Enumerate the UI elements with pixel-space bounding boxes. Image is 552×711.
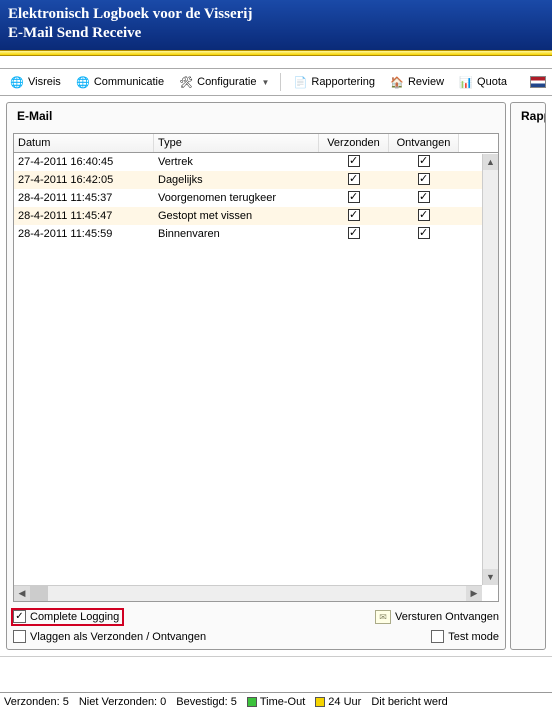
cell-datum: 28-4-2011 11:45:37: [14, 189, 154, 207]
status-niet-verzonden: Niet Verzonden: 0: [79, 696, 166, 708]
test-mode-row: Test mode: [260, 630, 499, 643]
status-timeout: Time-Out: [247, 696, 305, 708]
cell-datum: 28-4-2011 11:45:59: [14, 225, 154, 243]
cell-type: Vertrek: [154, 153, 319, 171]
check-icon: [348, 191, 360, 203]
complete-logging-label: Complete Logging: [30, 611, 119, 623]
table-row[interactable]: 28-4-2011 11:45:59Binnenvaren: [14, 225, 498, 243]
titlebar: Elektronisch Logboek voor de Visserij E-…: [0, 0, 552, 50]
check-icon: [418, 155, 430, 167]
rapport-panel: Rapp: [510, 102, 546, 650]
chevron-down-icon: ▼: [261, 78, 269, 87]
menubar: 🌐 Visreis 🌐 Communicatie 🛠 Configuratie …: [0, 68, 552, 96]
menu-communicatie[interactable]: 🌐 Communicatie: [70, 72, 169, 92]
check-icon: [348, 155, 360, 167]
menu-rapportering-label: Rapportering: [311, 76, 375, 88]
cell-type: Binnenvaren: [154, 225, 319, 243]
vertical-scrollbar[interactable]: ▲ ▼: [482, 154, 498, 585]
menu-visreis-label: Visreis: [28, 76, 61, 88]
flag-nl-icon[interactable]: [530, 76, 546, 88]
status-verzonden: Verzonden: 5: [4, 696, 69, 708]
highlight-box: ✓ Complete Logging: [11, 608, 124, 626]
cell-type: Voorgenomen terugkeer: [154, 189, 319, 207]
cell-datum: 27-4-2011 16:42:05: [14, 171, 154, 189]
col-header-verzonden[interactable]: Verzonden: [319, 134, 389, 152]
menu-rapportering[interactable]: 📄 Rapportering: [287, 72, 380, 92]
scroll-right-icon[interactable]: ▶: [466, 586, 482, 601]
table-row[interactable]: 27-4-2011 16:40:45Vertrek: [14, 153, 498, 171]
check-icon: [348, 209, 360, 221]
status-24uur: 24 Uur: [315, 696, 361, 708]
scroll-up-icon[interactable]: ▲: [483, 154, 498, 170]
chart-icon: 📊: [458, 74, 474, 90]
cell-type: Gestopt met vissen: [154, 207, 319, 225]
col-header-datum[interactable]: Datum: [14, 134, 154, 152]
table-row[interactable]: 27-4-2011 16:42:05Dagelijks: [14, 171, 498, 189]
table-row[interactable]: 28-4-2011 11:45:47Gestopt met vissen: [14, 207, 498, 225]
cell-datum: 27-4-2011 16:40:45: [14, 153, 154, 171]
menu-visreis[interactable]: 🌐 Visreis: [4, 72, 66, 92]
check-icon: [418, 227, 430, 239]
house-icon: 🏠: [389, 74, 405, 90]
scroll-thumb[interactable]: [30, 586, 48, 601]
test-mode-label: Test mode: [448, 631, 499, 643]
status-bevestigd: Bevestigd: 5: [176, 696, 237, 708]
green-square-icon: [247, 697, 257, 707]
versturen-ontvangen-label[interactable]: Versturen Ontvangen: [395, 611, 499, 623]
table-row[interactable]: 28-4-2011 11:45:37Voorgenomen terugkeer: [14, 189, 498, 207]
yellow-square-icon: [315, 697, 325, 707]
menu-quota-label: Quota: [477, 76, 507, 88]
email-table: Datum Type Verzonden Ontvangen 27-4-2011…: [13, 133, 499, 602]
menu-quota[interactable]: 📊 Quota: [453, 72, 512, 92]
globe-icon: 🌐: [75, 74, 91, 90]
email-panel-title: E-Mail: [13, 109, 499, 123]
rapport-panel-title: Rapp: [517, 109, 539, 123]
col-header-type[interactable]: Type: [154, 134, 319, 152]
cell-type: Dagelijks: [154, 171, 319, 189]
menu-review-label: Review: [408, 76, 444, 88]
menu-separator: [280, 73, 281, 91]
test-mode-checkbox[interactable]: [431, 630, 444, 643]
vlaggen-checkbox[interactable]: [13, 630, 26, 643]
wrench-icon: 🛠: [178, 74, 194, 90]
report-icon: 📄: [292, 74, 308, 90]
statusbar: Verzonden: 5 Niet Verzonden: 0 Bevestigd…: [0, 692, 552, 711]
app-subtitle: E-Mail Send Receive: [8, 25, 544, 42]
status-24uur-label: 24 Uur: [328, 696, 361, 708]
send-receive-icon[interactable]: ✉: [375, 610, 391, 624]
menu-configuratie[interactable]: 🛠 Configuratie ▼: [173, 72, 274, 92]
app-title: Elektronisch Logboek voor de Visserij: [8, 6, 544, 23]
vlaggen-row: Vlaggen als Verzonden / Ontvangen: [13, 630, 252, 643]
cell-ontvangen: [389, 224, 459, 245]
col-header-ontvangen[interactable]: Ontvangen: [389, 134, 459, 152]
status-bericht: Dit bericht werd: [371, 696, 447, 708]
menu-configuratie-label: Configuratie: [197, 76, 256, 88]
email-panel: E-Mail Datum Type Verzonden Ontvangen 27…: [6, 102, 506, 650]
complete-logging-checkbox[interactable]: ✓: [13, 610, 26, 623]
check-icon: [348, 173, 360, 185]
scroll-left-icon[interactable]: ◀: [14, 586, 30, 601]
scroll-down-icon[interactable]: ▼: [483, 569, 498, 585]
menu-communicatie-label: Communicatie: [94, 76, 164, 88]
check-icon: [418, 209, 430, 221]
check-icon: [348, 227, 360, 239]
check-icon: [418, 173, 430, 185]
globe-icon: 🌐: [9, 74, 25, 90]
status-timeout-label: Time-Out: [260, 696, 305, 708]
menu-review[interactable]: 🏠 Review: [384, 72, 449, 92]
versturen-ontvangen-row: ✉ Versturen Ontvangen: [260, 610, 499, 624]
cell-verzonden: [319, 224, 389, 245]
check-icon: [418, 191, 430, 203]
vlaggen-label: Vlaggen als Verzonden / Ontvangen: [30, 631, 206, 643]
horizontal-scrollbar[interactable]: ◀ ▶: [14, 585, 482, 601]
cell-datum: 28-4-2011 11:45:47: [14, 207, 154, 225]
complete-logging-row: ✓ Complete Logging: [13, 608, 252, 626]
